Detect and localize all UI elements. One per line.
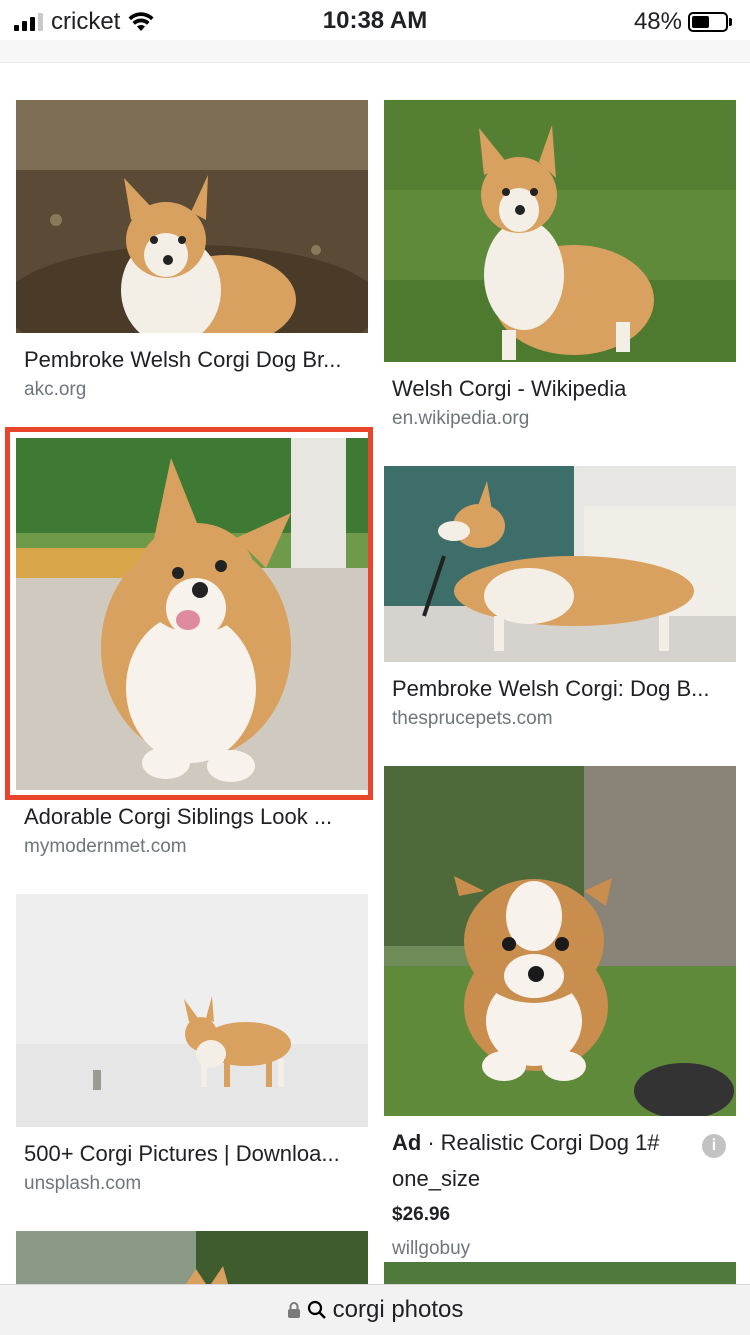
result-image[interactable] bbox=[384, 466, 736, 662]
result-source: unsplash.com bbox=[24, 1173, 142, 1194]
ad-image[interactable] bbox=[384, 766, 736, 1116]
result-card-partial[interactable] bbox=[384, 1262, 736, 1284]
result-source: en.wikipedia.org bbox=[392, 408, 530, 429]
ad-card[interactable]: Ad · Realistic Corgi Dog 1# i one_size $26… bbox=[384, 766, 736, 1260]
battery-percent: 48% bbox=[633, 8, 682, 35]
info-icon[interactable]: i bbox=[702, 1134, 726, 1158]
result-image[interactable] bbox=[16, 1231, 368, 1284]
result-card[interactable]: Pembroke Welsh Corgi: Dog B... thespruce… bbox=[384, 466, 736, 730]
url-bar[interactable]: corgi photos bbox=[0, 1284, 750, 1335]
result-title[interactable]: Pembroke Welsh Corgi: Dog B... bbox=[384, 676, 732, 702]
lock-icon bbox=[287, 1302, 300, 1318]
result-title[interactable]: Pembroke Welsh Corgi Dog Br... bbox=[16, 347, 364, 373]
selected-result-highlight bbox=[5, 427, 373, 800]
result-image[interactable] bbox=[384, 100, 736, 362]
result-image[interactable] bbox=[16, 894, 368, 1127]
battery-area: 48% bbox=[634, 8, 732, 36]
url-text[interactable]: corgi photos bbox=[333, 1296, 464, 1324]
ad-title[interactable]: Realistic Corgi Dog 1# bbox=[441, 1130, 660, 1155]
result-source: mymodernmet.com bbox=[24, 836, 187, 857]
result-image[interactable] bbox=[16, 100, 368, 333]
ad-subtitle: one_size bbox=[392, 1166, 481, 1191]
ad-seller: willgobuy bbox=[392, 1238, 471, 1259]
ad-badge: Ad bbox=[392, 1130, 422, 1155]
ad-price: $26.96 bbox=[392, 1204, 451, 1225]
ad-title-line[interactable]: Ad · Realistic Corgi Dog 1# i bbox=[384, 1130, 736, 1158]
ad-separator: · bbox=[427, 1130, 435, 1155]
result-card[interactable]: Welsh Corgi - Wikipedia en.wikipedia.org bbox=[384, 100, 736, 430]
result-source: thesprucepets.com bbox=[392, 708, 553, 729]
battery-icon bbox=[688, 12, 728, 32]
result-source: akc.org bbox=[24, 379, 87, 400]
result-title[interactable]: 500+ Corgi Pictures | Downloa... bbox=[16, 1141, 364, 1167]
result-card[interactable]: 500+ Corgi Pictures | Downloa... unsplas… bbox=[16, 894, 368, 1195]
toolbar-divider bbox=[0, 40, 750, 63]
result-card-partial[interactable] bbox=[16, 1231, 368, 1284]
result-image[interactable] bbox=[384, 1262, 736, 1284]
result-card[interactable]: Pembroke Welsh Corgi Dog Br... akc.org bbox=[16, 100, 368, 401]
status-bar: cricket 10:38 AM 48% bbox=[0, 0, 750, 40]
result-title[interactable]: Welsh Corgi - Wikipedia bbox=[384, 376, 732, 402]
result-title[interactable]: Adorable Corgi Siblings Look ... bbox=[16, 804, 364, 830]
search-icon bbox=[307, 1300, 326, 1319]
